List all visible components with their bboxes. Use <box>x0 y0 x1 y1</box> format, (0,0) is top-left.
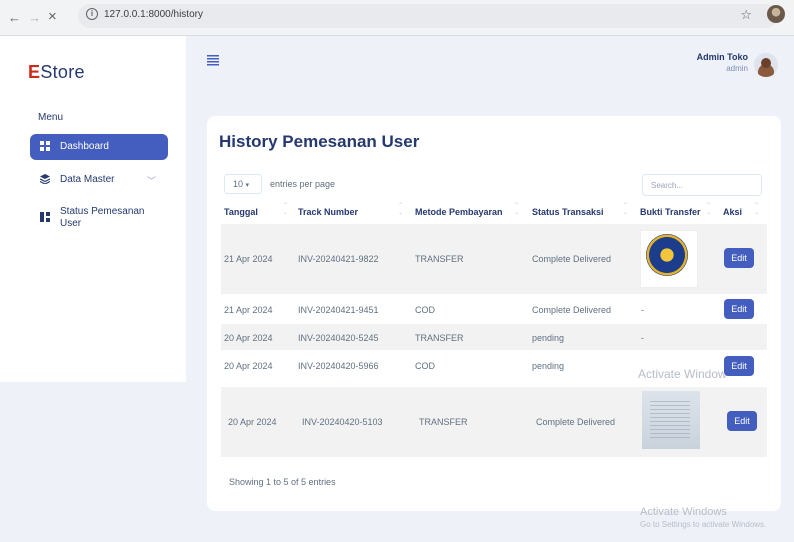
cell-status: pending <box>532 361 565 371</box>
cell-metode: COD <box>415 361 435 371</box>
site-info-icon[interactable]: i <box>86 8 98 20</box>
stop-loading-icon[interactable]: × <box>48 8 57 25</box>
user-role: admin <box>726 64 748 73</box>
address-bar[interactable]: i 127.0.0.1:8000/history ☆ <box>78 4 778 28</box>
search-input[interactable]: Search... <box>642 174 762 196</box>
activate-windows-overlay: Activate Window <box>638 367 727 381</box>
bookmark-star-icon[interactable]: ☆ <box>740 7 752 23</box>
cell-status: pending <box>532 333 565 343</box>
chevron-down-icon: ﹀ <box>146 175 156 186</box>
cell-tanggal: 20 Apr 2024 <box>224 333 273 343</box>
cell-bukti-transfer: - <box>641 305 644 315</box>
column-header-track-number[interactable]: Track Number <box>298 207 358 217</box>
sort-icon[interactable]: ⌃ ⌄ <box>514 203 519 217</box>
edit-button[interactable]: Edit <box>724 299 754 319</box>
activate-windows-title: Activate Windows <box>640 506 727 518</box>
document-image[interactable] <box>642 391 700 449</box>
cell-metode: TRANSFER <box>415 333 464 343</box>
edit-button[interactable]: Edit <box>724 248 754 268</box>
url-text: 127.0.0.1:8000/history <box>104 9 203 20</box>
column-header-status-transaksi[interactable]: Status Transaksi <box>532 207 604 217</box>
cell-status: Complete Delivered <box>532 254 612 264</box>
column-header-bukti-transfer[interactable]: Bukti Transfer <box>640 207 701 217</box>
edit-button[interactable]: Edit <box>727 411 757 431</box>
sort-icon[interactable]: ⌃ ⌄ <box>283 203 288 217</box>
search-placeholder: Search... <box>651 181 684 190</box>
forward-icon[interactable]: → <box>28 10 41 25</box>
cell-status: Complete Delivered <box>532 305 612 315</box>
cell-tanggal: 20 Apr 2024 <box>228 417 277 427</box>
page-title: History Pemesanan User <box>219 132 420 151</box>
cell-track-number: INV-20240420-5103 <box>302 417 383 427</box>
sort-icon[interactable]: ⌃ ⌄ <box>398 203 403 217</box>
entries-per-page-label: entries per page <box>270 179 336 189</box>
edit-button[interactable]: Edit <box>724 356 754 376</box>
sidebar-item-label: Dashboard <box>60 141 109 152</box>
table-info: Showing 1 to 5 of 5 entries <box>229 477 336 487</box>
back-icon[interactable]: ← <box>8 10 21 25</box>
activate-windows-subtitle: Go to Settings to activate Windows. <box>640 520 767 529</box>
cell-track-number: INV-20240420-5245 <box>298 333 379 343</box>
sidebar-item-status-pemesanan[interactable]: Status Pemesanan User <box>30 204 168 236</box>
sidebar: EStore Menu Dashboard Data Master ﹀ Stat… <box>0 36 186 382</box>
browser-toolbar: ← → × i 127.0.0.1:8000/history ☆ <box>0 0 794 36</box>
cell-status: Complete Delivered <box>536 417 616 427</box>
cell-track-number: INV-20240420-5966 <box>298 361 379 371</box>
cell-metode: COD <box>415 305 435 315</box>
column-header-tanggal[interactable]: Tanggal <box>224 207 258 217</box>
layout-icon <box>38 212 52 225</box>
cell-bukti-transfer: - <box>641 333 644 343</box>
emblem-image <box>646 234 688 276</box>
column-header-aksi[interactable]: Aksi <box>723 207 742 217</box>
cell-metode: TRANSFER <box>419 417 468 427</box>
cell-tanggal: 21 Apr 2024 <box>224 254 273 264</box>
sort-icon[interactable]: ⌃ ⌄ <box>706 203 711 217</box>
sidebar-item-dashboard[interactable]: Dashboard <box>30 134 168 160</box>
stack-icon <box>38 173 52 187</box>
sidebar-item-data-master[interactable]: Data Master ﹀ <box>30 167 168 193</box>
sort-icon[interactable]: ⌃ ⌄ <box>754 203 759 217</box>
user-name: Admin Toko <box>696 52 748 62</box>
menu-title: Menu <box>38 112 64 123</box>
cell-track-number: INV-20240421-9822 <box>298 254 379 264</box>
user-avatar[interactable] <box>754 53 778 77</box>
hamburger-menu-icon[interactable] <box>207 53 219 69</box>
chevron-down-icon: ▾ <box>245 182 250 189</box>
cell-tanggal: 20 Apr 2024 <box>224 361 273 371</box>
sort-icon[interactable]: ⌃ ⌄ <box>623 203 628 217</box>
column-header-metode-pembayaran[interactable]: Metode Pembayaran <box>415 207 503 217</box>
entries-per-page-select[interactable]: 10 ▾ <box>224 174 262 194</box>
grid-icon <box>38 140 52 154</box>
cell-metode: TRANSFER <box>415 254 464 264</box>
browser-profile-icon[interactable] <box>767 5 785 23</box>
sidebar-item-label: Status Pemesanan User <box>60 206 145 229</box>
cell-track-number: INV-20240421-9451 <box>298 305 379 315</box>
store-logo[interactable]: EStore <box>28 62 85 83</box>
cell-tanggal: 21 Apr 2024 <box>224 305 273 315</box>
sidebar-item-label: Data Master <box>60 174 115 185</box>
